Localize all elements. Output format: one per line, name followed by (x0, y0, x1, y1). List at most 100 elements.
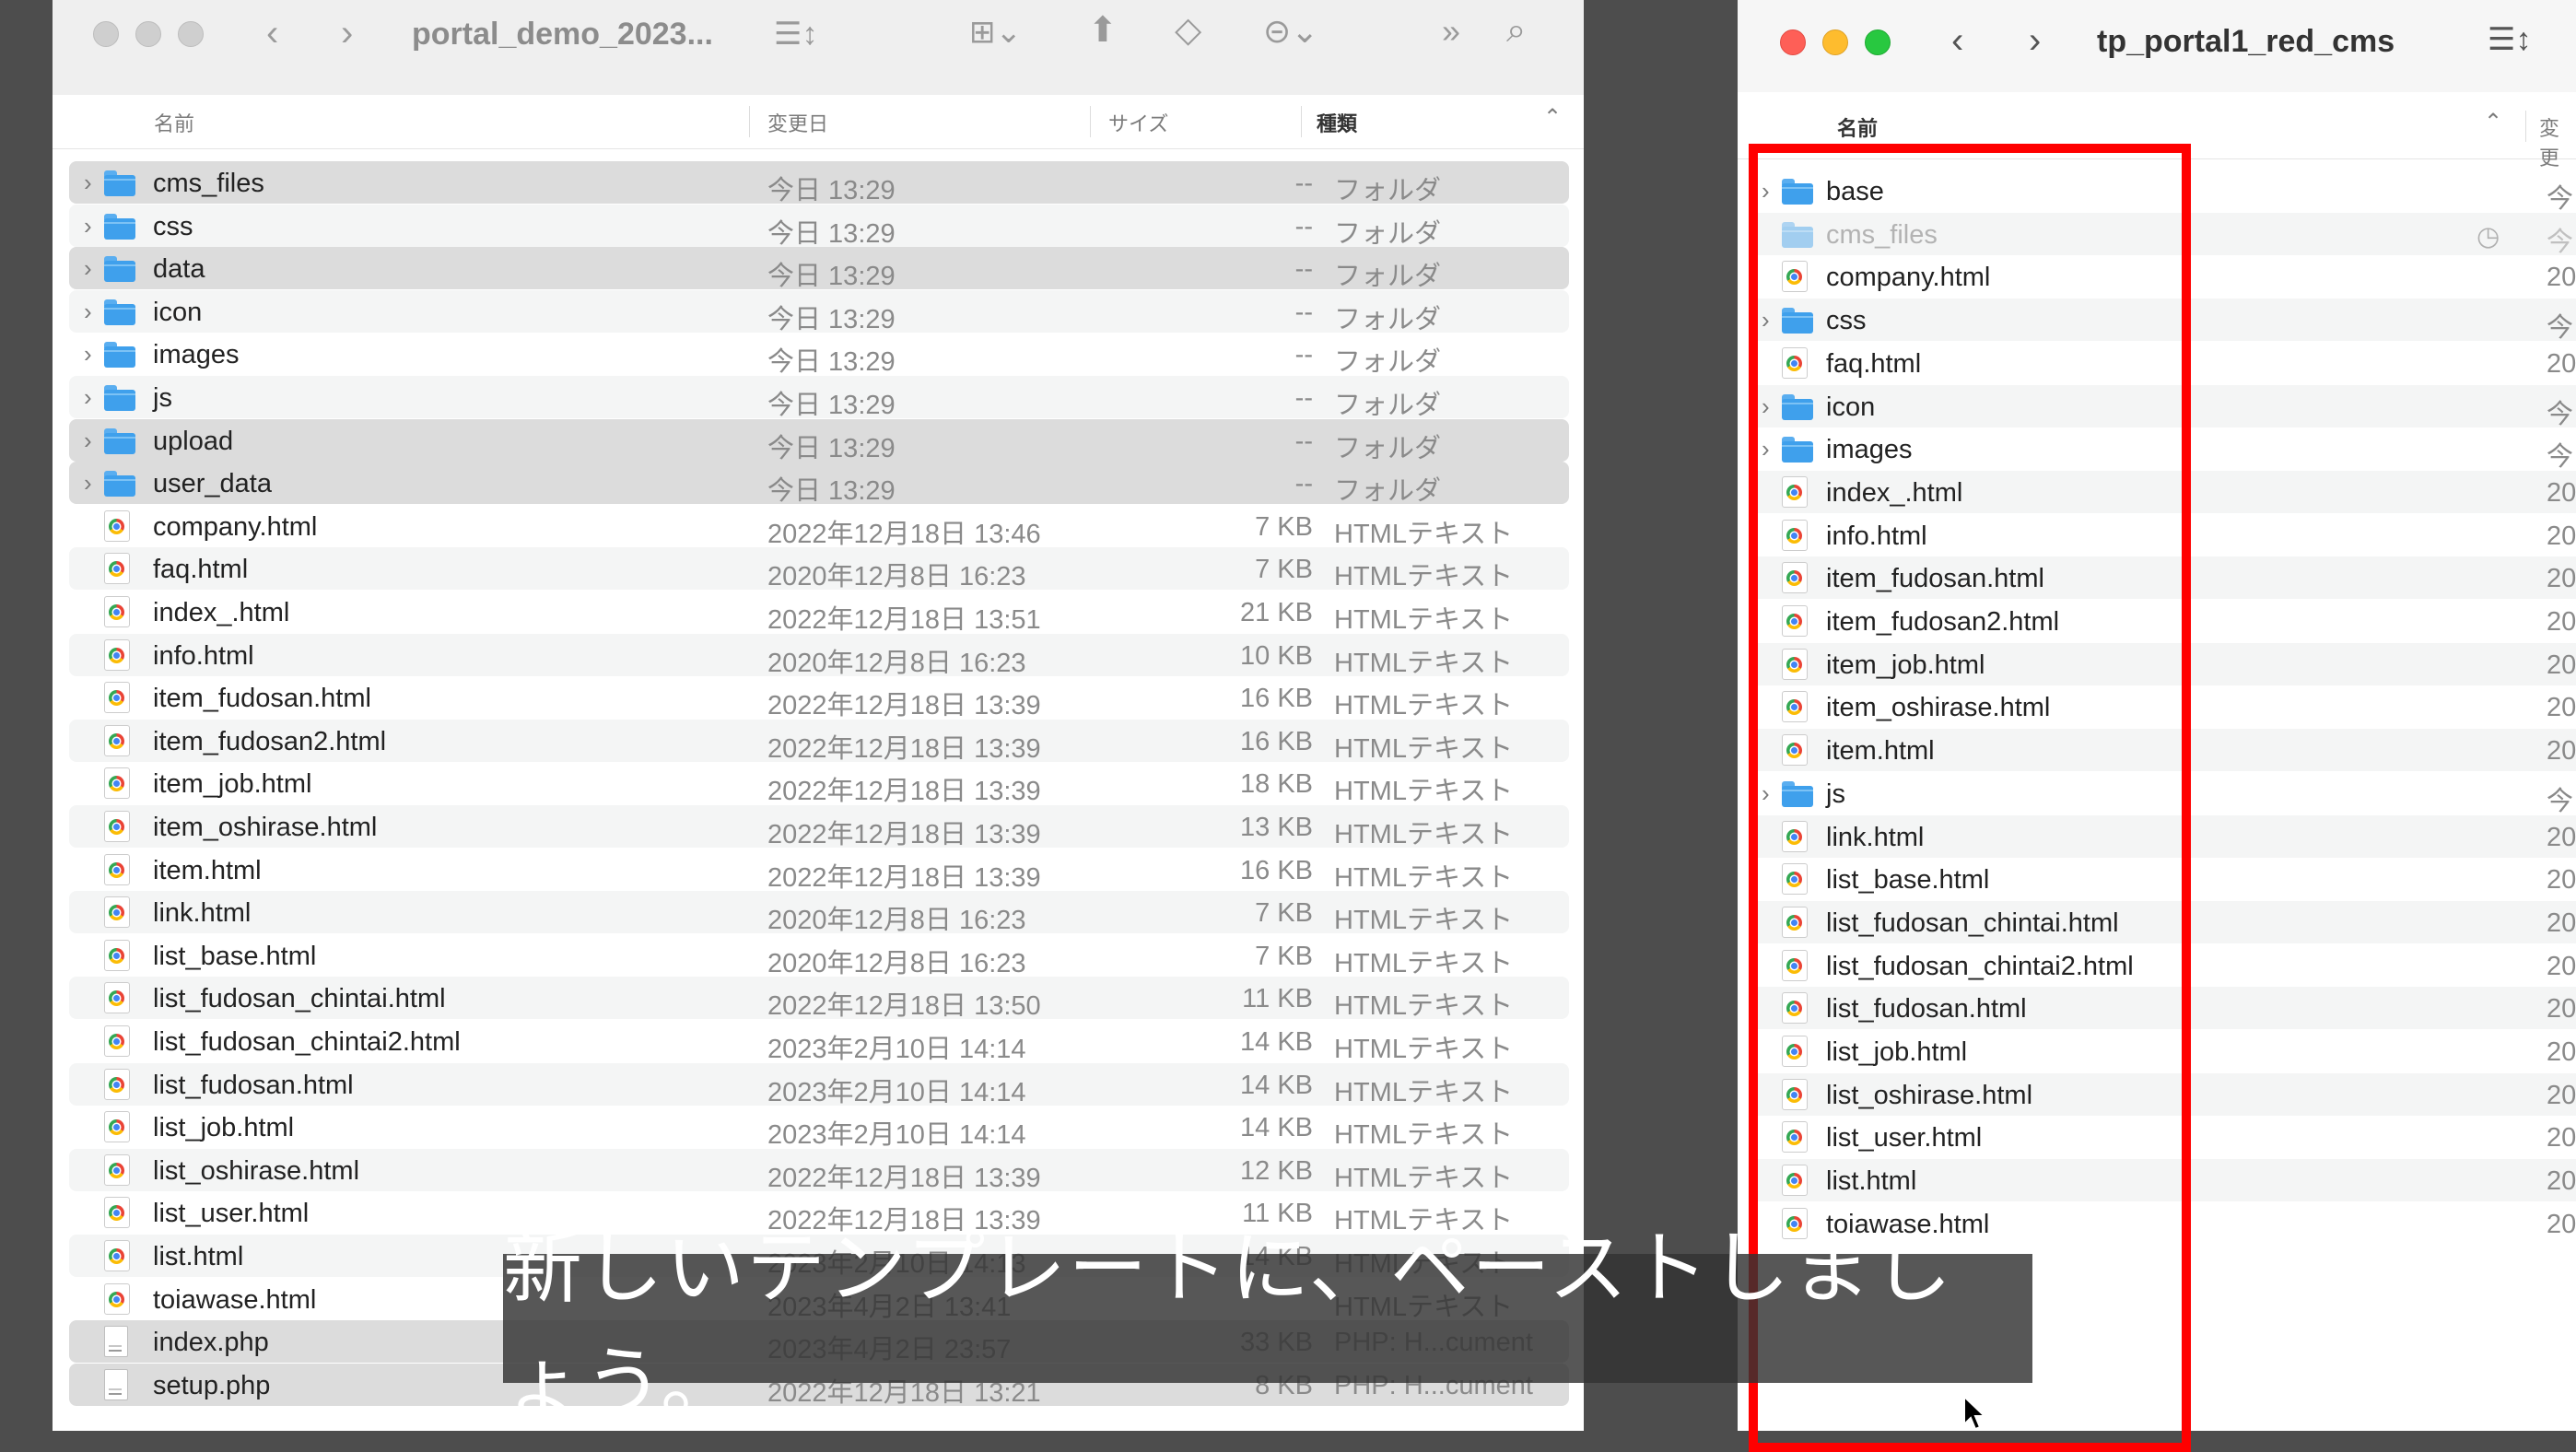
disclosure-chevron-icon[interactable]: › (84, 212, 92, 240)
file-row[interactable]: list_job.html 2023年2月10日 14:14 14 KB HTMLテキ… (69, 1106, 1569, 1150)
chrome-icon (109, 861, 124, 878)
file-row[interactable]: item_job.html 2022年12月18日 13:39 18 KB HTMLテ… (69, 762, 1569, 806)
file-date: 20 (2547, 994, 2576, 1025)
chevron-left-icon[interactable]: ‹ (1951, 22, 1963, 59)
file-name: js (153, 383, 172, 413)
disclosure-chevron-icon[interactable]: › (84, 298, 92, 326)
zoom-button[interactable] (1865, 29, 1891, 55)
list-view-icon[interactable]: ☰↕ (2488, 24, 2531, 55)
file-date: 今日 (2547, 313, 2576, 344)
close-button[interactable] (1780, 29, 1806, 55)
disclosure-chevron-icon[interactable]: › (84, 427, 92, 455)
file-row[interactable]: item_fudosan.html 2022年12月18日 13:39 16 KB H… (69, 676, 1569, 721)
file-icon (104, 338, 135, 369)
minimize-button[interactable] (1822, 29, 1848, 55)
file-size: 7 KB (1255, 941, 1313, 971)
file-icon (104, 638, 134, 671)
file-size: 7 KB (1255, 555, 1313, 585)
column-name[interactable]: 名前 (1837, 112, 1878, 142)
file-row[interactable]: › cms_files 今日 13:29 -- フォルダ (69, 161, 1569, 205)
chevron-right-icon[interactable]: › (341, 15, 353, 52)
file-name: list_job.html (153, 1113, 295, 1143)
column-date[interactable]: 変更 (2539, 112, 2576, 171)
html-file-icon (104, 638, 130, 671)
chrome-icon (109, 947, 124, 964)
file-name: user_data (153, 469, 272, 499)
html-file-icon (104, 509, 130, 542)
disclosure-chevron-icon[interactable]: › (84, 383, 92, 412)
file-icon (104, 252, 135, 283)
folder-body (104, 261, 135, 283)
html-file-icon (104, 896, 130, 929)
file-row[interactable]: › icon 今日 13:29 -- フォルダ (69, 289, 1569, 334)
disclosure-chevron-icon[interactable]: › (84, 469, 92, 498)
column-size[interactable]: サイズ (1108, 108, 1168, 137)
file-row[interactable]: index_.html 2022年12月18日 13:51 21 KB HTMLテキス… (69, 591, 1569, 635)
chrome-icon (109, 905, 124, 921)
file-date: 今日 (2547, 786, 2576, 816)
file-row[interactable]: item_fudosan2.html 2022年12月18日 13:39 16 KB… (69, 719, 1569, 764)
column-date[interactable]: 変更日 (767, 108, 828, 137)
file-size: 21 KB (1240, 598, 1313, 627)
tag-icon[interactable]: ◇ (1175, 13, 1201, 48)
file-date: 20 (2547, 822, 2576, 852)
file-row[interactable]: list_fudosan_chintai.html 2022年12月18日 13:… (69, 977, 1569, 1021)
file-row[interactable]: info.html 2020年12月8日 16:23 10 KB HTMLテキスト (69, 633, 1569, 678)
file-row[interactable]: list_base.html 2020年12月8日 16:23 7 KB HTMLテキ… (69, 933, 1569, 978)
disclosure-chevron-icon[interactable]: › (84, 254, 92, 283)
file-row[interactable]: › user_data 今日 13:29 -- フォルダ (69, 462, 1569, 506)
php-file-icon (104, 1368, 128, 1400)
file-name: cms_files (153, 169, 264, 198)
file-row[interactable]: › images 今日 13:29 -- フォルダ (69, 333, 1569, 377)
file-kind: HTMLテキスト (1334, 605, 1514, 635)
sort-chevron-icon[interactable]: ⌃ (2484, 109, 2502, 135)
file-kind: HTMLテキスト (1334, 562, 1514, 592)
file-date: 今日 13:29 (767, 433, 896, 463)
file-row[interactable]: › js 今日 13:29 -- フォルダ (69, 376, 1569, 420)
ellipsis-circle-icon[interactable]: ⊝⌄ (1263, 15, 1318, 48)
file-name: data (153, 254, 205, 285)
close-button[interactable] (93, 21, 119, 47)
file-kind: フォルダ (1334, 347, 1442, 378)
file-date: 2020年12月8日 16:23 (767, 562, 1026, 592)
list-view-icon[interactable]: ☰↕ (774, 18, 817, 50)
disclosure-chevron-icon[interactable]: › (84, 169, 92, 197)
share-icon[interactable]: ⬆ (1088, 13, 1118, 48)
sort-chevron-icon[interactable]: ⌃ (1543, 104, 1562, 131)
file-row[interactable]: › upload 今日 13:29 -- フォルダ (69, 418, 1569, 463)
grid-view-icon[interactable]: ⊞⌄ (969, 17, 1022, 48)
chrome-icon (109, 647, 124, 663)
folder-body (104, 475, 135, 498)
file-icon (104, 210, 135, 240)
file-row[interactable]: › css 今日 13:29 -- フォルダ (69, 204, 1569, 249)
file-row[interactable]: link.html 2020年12月8日 16:23 7 KB HTMLテキスト (69, 891, 1569, 935)
file-row[interactable]: list_fudosan.html 2023年2月10日 14:14 14 KB HT… (69, 1062, 1569, 1107)
chrome-icon (109, 776, 124, 792)
disclosure-chevron-icon[interactable]: › (84, 340, 92, 369)
file-size: -- (1294, 211, 1313, 241)
chrome-icon (109, 1162, 124, 1178)
file-row[interactable]: faq.html 2020年12月8日 16:23 7 KB HTMLテキスト (69, 547, 1569, 592)
file-row[interactable]: › data 今日 13:29 -- フォルダ (69, 247, 1569, 291)
file-date: 2020年12月8日 16:23 (767, 906, 1026, 936)
file-kind: HTMLテキスト (1334, 691, 1514, 721)
chevron-right-icon[interactable]: › (2029, 22, 2041, 59)
chevron-left-icon[interactable]: ‹ (266, 15, 278, 52)
file-date: 今日 13:29 (767, 476, 896, 507)
search-icon[interactable]: ⌕ (1506, 13, 1526, 48)
file-row[interactable]: list_oshirase.html 2022年12月18日 13:39 12 KB… (69, 1148, 1569, 1193)
file-row[interactable]: list_fudosan_chintai2.html 2023年2月10日 14:… (69, 1020, 1569, 1064)
file-name: list_base.html (153, 941, 317, 971)
html-file-icon (104, 982, 130, 1014)
minimize-button[interactable] (135, 21, 161, 47)
column-kind[interactable]: 種類 (1317, 108, 1357, 137)
zoom-button[interactable] (178, 21, 204, 47)
file-row[interactable]: item_oshirase.html 2022年12月18日 13:39 13 KB… (69, 805, 1569, 849)
file-date: 20 (2547, 650, 2576, 680)
double-chevron-icon[interactable]: » (1442, 15, 1460, 48)
file-row[interactable]: company.html 2022年12月18日 13:46 7 KB HTMLテキス… (69, 504, 1569, 549)
file-kind: HTMLテキスト (1334, 777, 1514, 807)
file-row[interactable]: item.html 2022年12月18日 13:39 16 KB HTMLテキスト (69, 848, 1569, 893)
column-name[interactable]: 名前 (154, 108, 194, 137)
file-date: 2023年2月10日 14:14 (767, 1035, 1026, 1064)
